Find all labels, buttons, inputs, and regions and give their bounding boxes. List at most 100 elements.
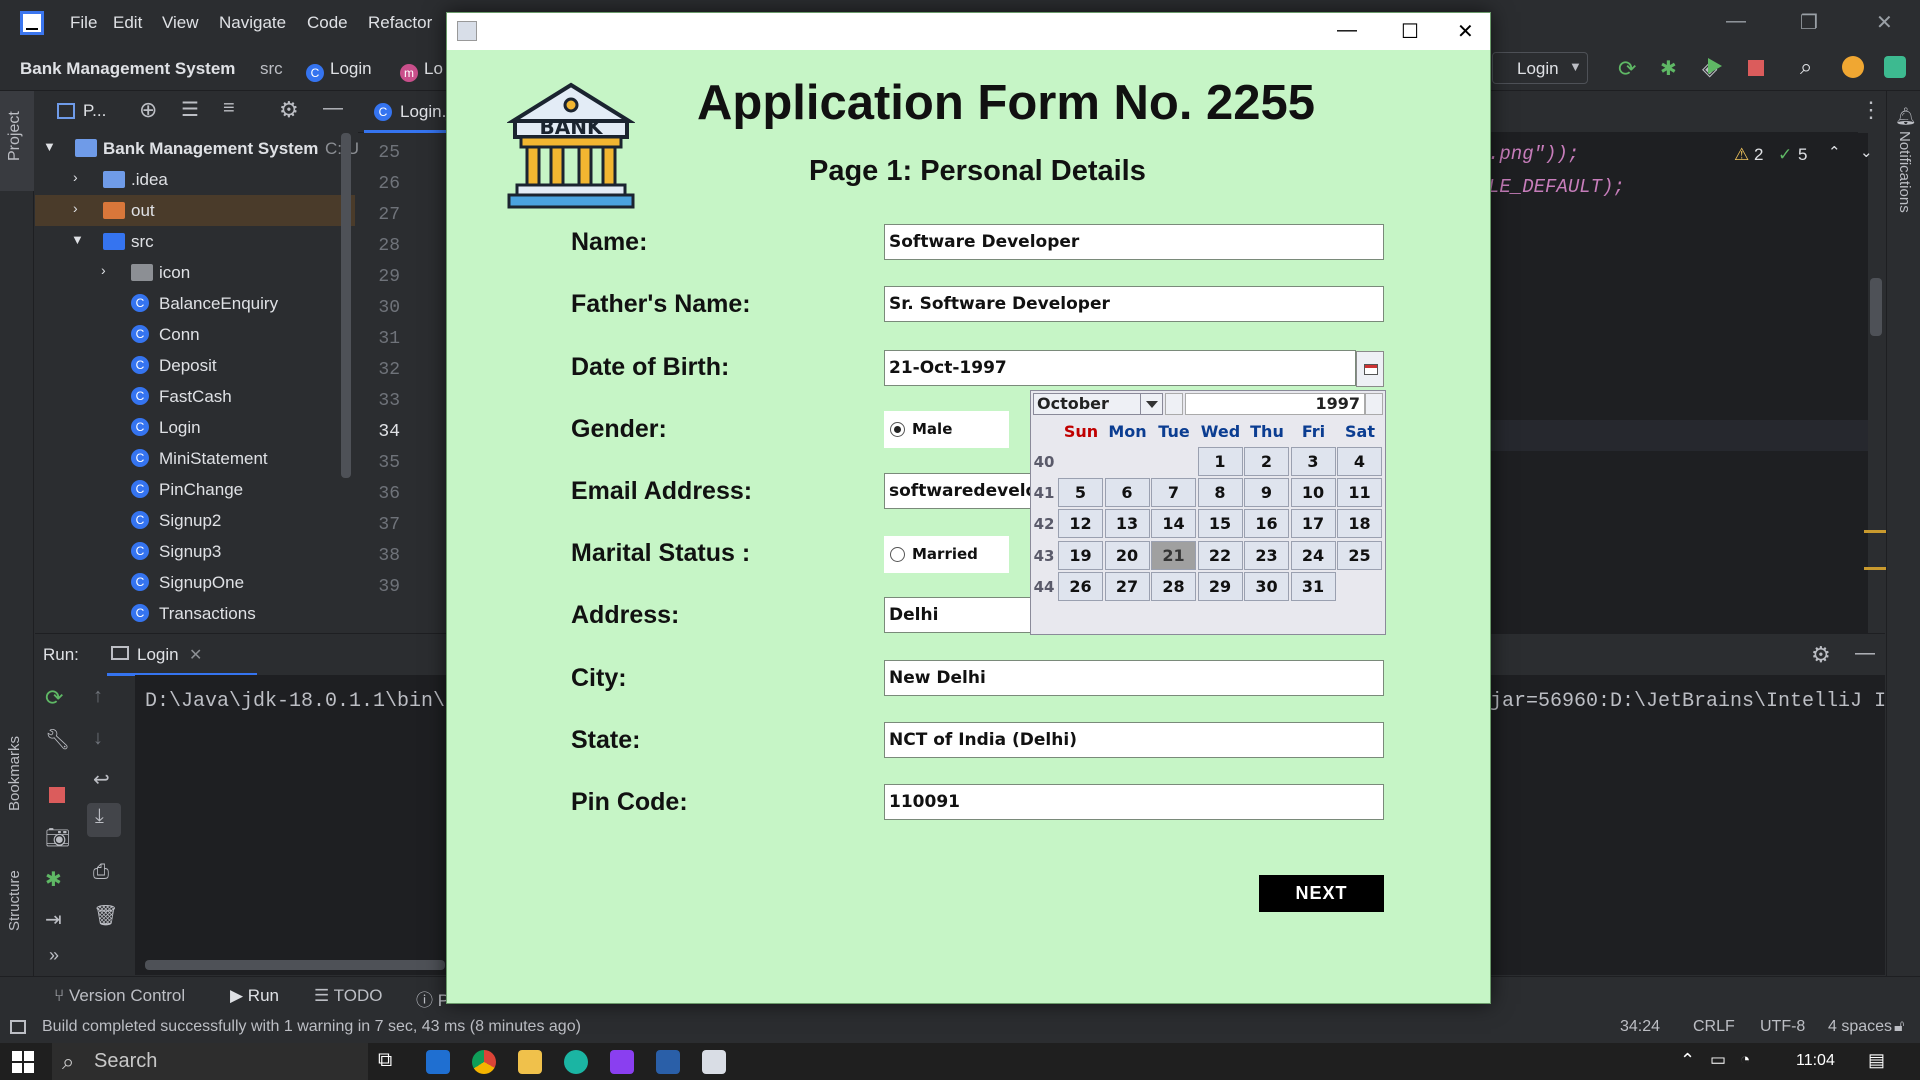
tree-item-icon[interactable]: › icon (35, 257, 355, 288)
taskbar-search[interactable]: ⌕ Search (52, 1043, 368, 1080)
stop-icon[interactable] (1748, 60, 1764, 76)
day-button[interactable]: 15 (1197, 509, 1243, 539)
tab-problems[interactable]: ⓘ P (416, 986, 449, 1011)
run-config-selector[interactable]: Login ▼ (1492, 52, 1588, 84)
day-button[interactable]: 10 (1290, 478, 1336, 508)
java-app-icon[interactable] (702, 1050, 726, 1074)
editor-scrollbar[interactable] (1870, 278, 1882, 336)
father-name-field[interactable]: Sr. Software Developer (884, 286, 1384, 322)
day-button[interactable]: 7 (1151, 478, 1196, 508)
day-button[interactable]: 9 (1244, 478, 1289, 508)
day-button[interactable]: 14 (1151, 509, 1196, 539)
day-button[interactable]: 5 (1058, 478, 1103, 508)
update-icon[interactable] (1842, 56, 1864, 78)
pin-code-field[interactable]: 110091 (884, 784, 1384, 820)
bell-icon[interactable]: 🔔︎ (1895, 107, 1917, 127)
day-button[interactable]: 3 (1290, 447, 1336, 476)
tab-run[interactable]: ▶ Run (230, 986, 279, 1006)
status-message[interactable]: Build completed successfully with 1 warn… (42, 1018, 581, 1036)
debug-icon[interactable]: ✱ (45, 867, 62, 892)
structure-tool-label[interactable]: Structure (6, 870, 23, 931)
clock[interactable]: 11:04 (1796, 1052, 1835, 1070)
maximize-icon[interactable]: ☐ (1401, 19, 1419, 44)
tree-item-idea[interactable]: › .idea (35, 164, 355, 195)
day-button[interactable]: 31 (1290, 571, 1336, 601)
day-button[interactable]: 20 (1104, 540, 1150, 570)
day-button[interactable]: 19 (1058, 540, 1103, 570)
day-button[interactable]: 22 (1197, 540, 1243, 570)
chrome-icon[interactable] (472, 1050, 496, 1074)
windows-start-icon[interactable] (12, 1051, 34, 1073)
month-select[interactable]: October (1033, 393, 1163, 415)
chevron-up-icon[interactable]: ⌃ (1828, 143, 1841, 161)
breadcrumb-member[interactable]: m Lo (400, 59, 443, 82)
ide-close-icon[interactable]: ✕ (1876, 10, 1893, 35)
breadcrumb-file[interactable]: C Login (306, 59, 372, 82)
day-button[interactable]: 28 (1151, 571, 1196, 601)
notification-center-icon[interactable]: ▤ (1868, 1050, 1885, 1071)
breadcrumb-src[interactable]: src (260, 59, 283, 79)
edge-icon[interactable] (564, 1050, 588, 1074)
tree-item-class[interactable]: C BalanceEnquiry (35, 288, 355, 319)
year-field[interactable]: 1997 (1185, 393, 1365, 415)
file-explorer-icon[interactable] (518, 1050, 542, 1074)
search-icon[interactable]: ⌕ (1800, 54, 1812, 80)
tree-item-class[interactable]: C PinChange (35, 474, 355, 505)
selected-day-button[interactable]: 21 (1151, 540, 1196, 570)
collapse-all-icon[interactable]: ≡ (223, 97, 235, 120)
exit-icon[interactable]: ⇥ (45, 907, 62, 932)
tab-todo[interactable]: ☰ TODO (314, 986, 382, 1006)
day-button[interactable]: 26 (1058, 571, 1103, 601)
day-button[interactable]: 27 (1104, 571, 1150, 601)
day-button[interactable]: 4 (1337, 447, 1382, 476)
indent-setting[interactable]: 4 spaces (1828, 1018, 1892, 1036)
notifications-tool-label[interactable]: Notifications (1896, 131, 1913, 213)
soft-wrap-icon[interactable]: ↩ (93, 767, 110, 792)
tree-item-class[interactable]: C Conn (35, 319, 355, 350)
console-scrollbar[interactable] (145, 960, 445, 970)
tree-item-class[interactable]: C SignupOne (35, 567, 355, 598)
day-button[interactable]: 24 (1290, 540, 1336, 570)
marital-married-radio[interactable]: Married (884, 536, 1009, 573)
day-button[interactable]: 17 (1290, 509, 1336, 539)
panel-toggle-icon[interactable] (10, 1020, 26, 1034)
warning-marker[interactable] (1864, 530, 1886, 533)
day-button[interactable]: 16 (1244, 509, 1289, 539)
year-spinner[interactable] (1365, 393, 1383, 415)
arrow-up-icon[interactable]: ↑ (93, 685, 103, 708)
tree-item-class[interactable]: C Login (35, 412, 355, 443)
trash-icon[interactable]: 🗑︎ (93, 903, 118, 928)
project-tool-label[interactable]: Project (6, 111, 24, 161)
day-button[interactable]: 30 (1244, 571, 1289, 601)
wifi-icon[interactable]: ◔ (1740, 1050, 1750, 1070)
day-button[interactable]: 11 (1337, 478, 1382, 508)
vscode-icon[interactable] (656, 1050, 680, 1074)
gender-male-radio[interactable]: Male (884, 411, 1009, 448)
next-button[interactable]: NEXT (1259, 875, 1384, 912)
hide-icon[interactable]: — (323, 97, 343, 120)
calendar-button[interactable] (1356, 351, 1384, 387)
file-encoding[interactable]: UTF-8 (1760, 1018, 1805, 1036)
run-icon[interactable] (1708, 58, 1722, 74)
debug-icon[interactable]: ✱ (1660, 56, 1677, 81)
stop-icon[interactable] (49, 787, 65, 803)
project-view-label[interactable]: P... (83, 101, 106, 121)
task-view-icon[interactable]: ⧉ (378, 1049, 392, 1072)
wrench-icon[interactable]: 🔧︎ (45, 727, 70, 752)
tree-item-out[interactable]: › out (35, 195, 355, 226)
tree-scrollbar[interactable] (341, 133, 351, 478)
line-separator[interactable]: CRLF (1693, 1018, 1735, 1036)
day-button[interactable]: 2 (1244, 447, 1289, 476)
name-field[interactable]: Software Developer (884, 224, 1384, 260)
tree-item-src[interactable]: ▼ src (35, 226, 355, 257)
menu-navigate[interactable]: Navigate (219, 13, 286, 33)
chevron-down-icon[interactable]: ⌄ (1860, 143, 1873, 161)
tab-version-control[interactable]: ⑂ Version Control (54, 986, 185, 1006)
minimize-icon[interactable]: — (1337, 19, 1357, 42)
menu-file[interactable]: File (70, 13, 97, 33)
city-field[interactable]: New Delhi (884, 660, 1384, 696)
warning-marker[interactable] (1864, 567, 1886, 570)
month-spinner[interactable] (1165, 393, 1183, 415)
gear-icon[interactable]: ⚙ (1811, 642, 1831, 668)
ide-minimize-icon[interactable]: — (1726, 10, 1746, 33)
